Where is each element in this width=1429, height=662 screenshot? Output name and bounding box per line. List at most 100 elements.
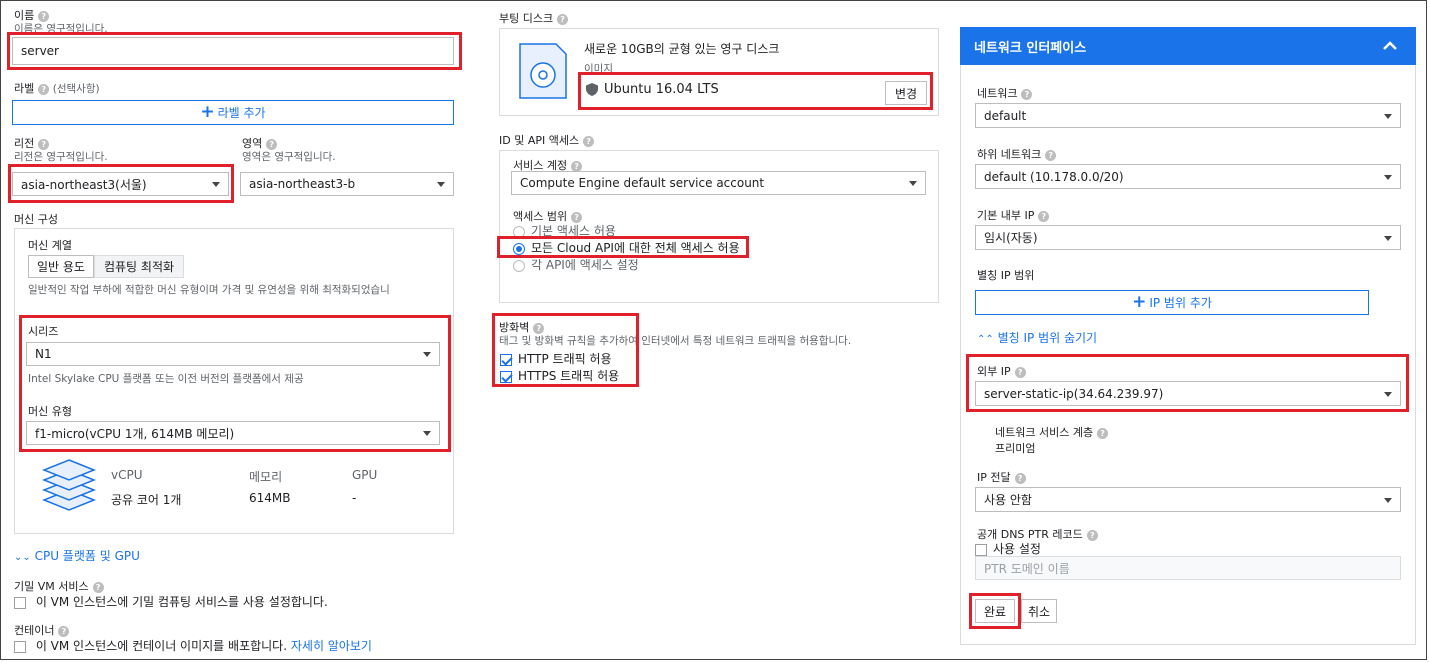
help-icon[interactable]: ? [1038, 210, 1050, 222]
plus-icon: + [1132, 292, 1147, 312]
hide-alias-toggle[interactable]: ⌃⌃ 별칭 IP 범위 숨기기 [977, 329, 1097, 346]
dropdown-arrow-icon [1384, 235, 1392, 241]
http-checkbox[interactable] [500, 353, 512, 366]
ptr-domain-input[interactable]: PTR 도메인 이름 [975, 556, 1401, 580]
machine-type-label: 머신 유형 [28, 405, 72, 418]
zone-select[interactable]: asia-northeast3-b [240, 172, 454, 196]
network-select[interactable]: default [975, 103, 1401, 128]
spec-value-vcpu: 공유 코어 1개 [111, 493, 182, 507]
name-input[interactable]: server [12, 37, 454, 65]
confidential-checkbox[interactable] [14, 596, 26, 609]
help-icon[interactable]: ? [58, 625, 70, 637]
name-hint: 이름은 영구적입니다. [14, 23, 108, 35]
cpu-gpu-toggle[interactable]: ⌄⌄ CPU 플랫폼 및 GPU [14, 547, 140, 564]
radio-button[interactable] [513, 259, 525, 272]
machine-type-select[interactable]: f1-micro(vCPU 1개, 614MB 메모리) [26, 421, 440, 445]
add-label-text: 라벨 추가 [217, 106, 266, 120]
scope-option-label: 기본 액세스 허용 [531, 224, 616, 238]
series-desc: Intel Skylake CPU 플랫폼 또는 이전 버전의 플랫폼에서 제공 [28, 373, 304, 385]
scope-option-full[interactable]: 모든 Cloud API에 대한 전체 액세스 허용 [513, 239, 740, 256]
boot-disk-image-row: Ubuntu 16.04 LTS [586, 82, 719, 97]
scope-option-label: 각 API에 액세스 설정 [531, 258, 639, 272]
zone-value: asia-northeast3-b [249, 177, 356, 191]
help-icon[interactable]: ? [571, 211, 583, 223]
forwarding-select[interactable]: 사용 안함 [975, 487, 1401, 512]
help-icon[interactable]: ? [266, 138, 278, 150]
help-icon[interactable]: ? [38, 10, 50, 22]
https-checkbox[interactable] [500, 370, 512, 383]
machine-family-desc: 일반적인 작업 부하에 적합한 머신 유형이며 가격 및 유연성을 위해 최적화… [28, 284, 390, 296]
help-icon[interactable]: ? [533, 322, 545, 334]
external-ip-select[interactable]: server-static-ip(34.64.239.97) [975, 381, 1401, 406]
help-icon[interactable]: ? [557, 13, 569, 25]
machine-stack-icon [41, 459, 97, 511]
help-icon[interactable]: ? [38, 138, 50, 150]
scope-option-default[interactable]: 기본 액세스 허용 [513, 222, 616, 239]
shield-icon [586, 83, 598, 96]
container-row: 이 VM 인스턴스에 컨테이너 이미지를 배포합니다. 자세히 알아보기 [14, 637, 372, 654]
network-label: 네트워크 [977, 87, 1018, 100]
change-image-button[interactable]: 변경 [885, 81, 927, 105]
region-hint: 리전은 영구적입니다. [14, 151, 108, 163]
tab-compute-optimized[interactable]: 컴퓨팅 최적화 [94, 255, 184, 278]
spec-header-memory: 메모리 [249, 470, 283, 484]
forwarding-label-row: IP 전달? [977, 469, 1026, 485]
confidential-checkbox-label: 이 VM 인스턴스에 기밀 컴퓨팅 서비스를 사용 설정합니다. [35, 595, 328, 609]
help-icon[interactable]: ? [571, 160, 583, 172]
external-ip-label-row: 외부 IP? [977, 363, 1026, 379]
help-icon[interactable]: ? [1045, 149, 1057, 161]
help-icon[interactable]: ? [583, 135, 595, 147]
spec-header-vcpu: vCPU [111, 468, 143, 482]
subnet-label: 하위 네트워크 [977, 148, 1042, 161]
dropdown-arrow-icon [423, 352, 431, 357]
dropdown-arrow-icon [423, 431, 431, 436]
scope-option-each[interactable]: 각 API에 액세스 설정 [513, 256, 639, 273]
confidential-label-row: 기밀 VM 서비스? [14, 578, 104, 594]
tab-general-purpose[interactable]: 일반 용도 [28, 255, 94, 278]
container-label: 컨테이너 [14, 624, 55, 637]
tier-value: 프리미엄 [995, 442, 1036, 455]
subnet-label-row: 하위 네트워크? [977, 146, 1057, 162]
dropdown-arrow-icon [1384, 113, 1392, 119]
internal-ip-select[interactable]: 임시(자동) [975, 225, 1401, 250]
dropdown-arrow-icon [1384, 391, 1392, 397]
done-button[interactable]: 완료 [975, 599, 1015, 623]
add-ip-range-label: IP 범위 추가 [1149, 296, 1212, 310]
network-panel-title: 네트워크 인터페이스 [974, 40, 1087, 56]
labels-label: 라벨 [14, 82, 35, 95]
radio-button[interactable] [513, 225, 525, 238]
dns-checkbox-label: 사용 설정 [993, 542, 1041, 556]
region-select[interactable]: asia-northeast3(서울) [12, 172, 229, 196]
help-icon[interactable]: ? [38, 83, 50, 95]
subnet-select[interactable]: default (10.178.0.0/20) [975, 164, 1401, 189]
internal-ip-label: 기본 내부 IP [977, 209, 1035, 222]
series-select[interactable]: N1 [26, 342, 440, 366]
service-account-select[interactable]: Compute Engine default service account [511, 171, 926, 195]
help-icon[interactable]: ? [1014, 472, 1026, 484]
chevron-up-icon[interactable] [1382, 40, 1398, 51]
add-ip-range-button[interactable]: + IP 범위 추가 [975, 290, 1369, 315]
cancel-button[interactable]: 취소 [1021, 599, 1057, 623]
container-checkbox[interactable] [14, 640, 26, 653]
dropdown-arrow-icon [1384, 497, 1392, 503]
learn-more-link[interactable]: 자세히 알아보기 [291, 639, 372, 653]
firewall-desc: 태그 및 방화벽 규칙을 추가하여 인터넷에서 특정 네트워크 트래픽을 허용합… [499, 335, 852, 347]
help-icon[interactable]: ? [1014, 366, 1026, 378]
help-icon[interactable]: ? [1021, 88, 1033, 100]
external-ip-label: 외부 IP [977, 365, 1011, 378]
tier-label: 네트워크 서비스 계층 [995, 426, 1094, 439]
help-icon[interactable]: ? [92, 581, 104, 593]
radio-button-selected[interactable] [513, 242, 525, 255]
container-checkbox-label: 이 VM 인스턴스에 컨테이너 이미지를 배포합니다. [35, 639, 288, 653]
network-panel-header[interactable]: 네트워크 인터페이스 [960, 27, 1416, 65]
dns-checkbox[interactable] [975, 543, 987, 556]
spec-value-gpu: - [352, 491, 357, 505]
add-label-button[interactable]: + 라벨 추가 [12, 100, 454, 125]
dropdown-arrow-icon [212, 182, 220, 187]
network-label-row: 네트워크? [977, 85, 1033, 101]
chevron-double-up-icon: ⌃⌃ [977, 334, 994, 345]
help-icon[interactable]: ? [1086, 529, 1098, 541]
done-label: 완료 [983, 604, 1007, 619]
help-icon[interactable]: ? [1097, 427, 1109, 439]
name-input-value: server [21, 44, 59, 58]
